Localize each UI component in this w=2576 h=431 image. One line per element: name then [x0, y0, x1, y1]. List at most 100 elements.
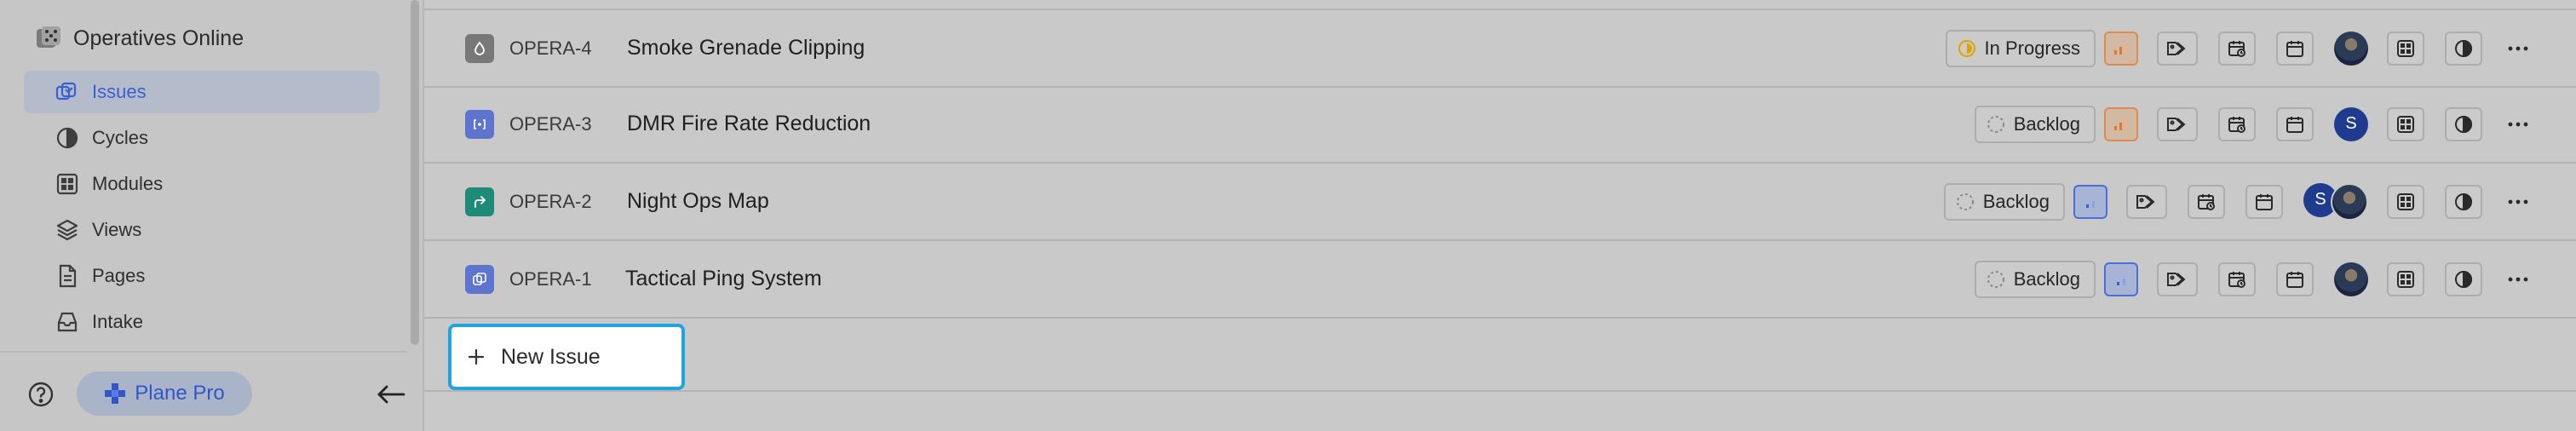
priority-medium-icon[interactable] [2104, 31, 2138, 66]
state-dropdown[interactable]: Backlog [1974, 260, 2096, 298]
issue-id: OPERA-2 [509, 190, 592, 212]
in-progress-icon [1958, 39, 1976, 58]
issue-type-icon [465, 264, 494, 294]
workspace-logo-icon [34, 24, 63, 53]
issue-id: OPERA-3 [509, 112, 592, 135]
sidebar-item-label: Modules [92, 173, 164, 194]
sidebar-item-intake[interactable]: Intake [24, 301, 380, 343]
state-label: Backlog [1982, 190, 2050, 212]
start-date-icon[interactable] [2188, 184, 2225, 219]
state-label: In Progress [1984, 37, 2081, 59]
plane-pro-button[interactable]: Plane Pro [77, 371, 252, 416]
issue-properties: Backlog S [1974, 105, 2533, 143]
issue-properties: Backlog [1974, 260, 2533, 298]
issue-id: OPERA-1 [509, 267, 592, 290]
issue-row[interactable]: OPERA-1 Tactical Ping System Backlog [424, 241, 2576, 319]
labels-icon[interactable] [2157, 31, 2198, 66]
issue-properties: In Progress [1945, 29, 2534, 67]
issue-id: OPERA-4 [509, 37, 592, 59]
module-icon[interactable] [2387, 31, 2424, 66]
module-icon[interactable] [2387, 106, 2424, 141]
state-label: Backlog [2013, 267, 2080, 290]
priority-medium-icon[interactable] [2104, 106, 2138, 141]
plan-label: Plane Pro [135, 382, 225, 405]
plane-logo-icon [104, 382, 126, 405]
views-icon [55, 217, 80, 243]
backlog-icon [1956, 193, 1975, 211]
issue-title[interactable]: DMR Fire Rate Reduction [627, 112, 871, 136]
issue-title[interactable]: Tactical Ping System [625, 267, 822, 291]
start-date-icon[interactable] [2218, 106, 2256, 141]
sidebar-item-pages[interactable]: Pages [24, 255, 380, 297]
sidebar-item-issues[interactable]: Issues [24, 71, 380, 113]
cycle-icon[interactable] [2445, 261, 2482, 296]
labels-icon[interactable] [2157, 106, 2198, 141]
state-label: Backlog [2013, 112, 2080, 135]
more-options-icon[interactable] [2503, 262, 2533, 296]
sidebar-item-modules[interactable]: Modules [24, 163, 380, 205]
sidebar-item-cycles[interactable]: Cycles [24, 117, 380, 159]
workspace-header[interactable]: Operatives Online [34, 21, 244, 55]
assignee-avatar-group[interactable]: S [2303, 182, 2368, 221]
issue-type-icon [465, 33, 494, 63]
assignee-avatar[interactable] [2334, 261, 2368, 296]
new-issue-row: New Issue [424, 319, 2576, 392]
issue-type-icon [465, 109, 494, 139]
priority-low-icon[interactable] [2104, 261, 2138, 296]
pages-icon [55, 263, 80, 289]
cycle-icon[interactable] [2445, 31, 2482, 66]
issue-type-icon [465, 187, 494, 216]
priority-low-icon[interactable] [2073, 184, 2107, 219]
due-date-icon[interactable] [2276, 106, 2314, 141]
cycle-icon[interactable] [2445, 184, 2482, 219]
sidebar-item-label: Intake [92, 311, 143, 332]
modules-icon [55, 171, 80, 197]
help-icon[interactable] [27, 381, 55, 408]
labels-icon[interactable] [2157, 261, 2198, 296]
cycle-icon[interactable] [2445, 106, 2482, 141]
assignee-avatar[interactable]: S [2334, 106, 2368, 141]
start-date-icon[interactable] [2218, 31, 2256, 66]
more-options-icon[interactable] [2503, 185, 2533, 219]
sidebar-item-label: Cycles [92, 127, 149, 148]
module-icon[interactable] [2387, 261, 2424, 296]
due-date-icon[interactable] [2245, 184, 2283, 219]
sidebar-nav: Issues Cycles Modules Views Pages Intake [24, 71, 380, 347]
sidebar-divider [0, 351, 407, 353]
plus-icon [467, 348, 486, 366]
state-dropdown[interactable]: In Progress [1945, 29, 2096, 67]
intake-icon [55, 309, 80, 335]
sidebar-item-label: Issues [92, 81, 147, 102]
assignee-avatar [2331, 182, 2368, 221]
labels-icon[interactable] [2126, 184, 2167, 219]
sidebar: Operatives Online Issues Cycles Modules … [0, 0, 424, 431]
issue-properties: Backlog S [1943, 182, 2533, 221]
backlog-icon [1987, 115, 2005, 134]
issue-row[interactable]: OPERA-2 Night Ops Map Backlog S [424, 164, 2576, 241]
sidebar-scrollbar-thumb[interactable] [411, 0, 419, 345]
sidebar-item-label: Views [92, 219, 142, 240]
more-options-icon[interactable] [2503, 107, 2533, 141]
cycles-icon [55, 125, 80, 151]
start-date-icon[interactable] [2218, 261, 2256, 296]
issue-list: OPERA-4 Smoke Grenade Clipping In Progre… [424, 0, 2576, 431]
due-date-icon[interactable] [2276, 31, 2314, 66]
issue-title[interactable]: Smoke Grenade Clipping [627, 36, 865, 60]
new-issue-label: New Issue [501, 344, 601, 369]
module-icon[interactable] [2387, 184, 2424, 219]
sidebar-item-label: Pages [92, 265, 146, 286]
issue-title[interactable]: Night Ops Map [627, 189, 769, 214]
issues-icon [55, 79, 80, 105]
arrow-left-icon[interactable] [375, 382, 407, 407]
due-date-icon[interactable] [2276, 261, 2314, 296]
new-issue-button[interactable]: New Issue [448, 324, 685, 390]
issue-row[interactable]: OPERA-3 DMR Fire Rate Reduction Backlog … [424, 86, 2576, 164]
workspace-name: Operatives Online [73, 26, 244, 50]
sidebar-item-views[interactable]: Views [24, 209, 380, 251]
more-options-icon[interactable] [2503, 32, 2533, 66]
state-dropdown[interactable]: Backlog [1974, 105, 2096, 143]
assignee-avatar[interactable] [2334, 31, 2368, 66]
backlog-icon [1987, 270, 2005, 289]
state-dropdown[interactable]: Backlog [1943, 182, 2065, 221]
issue-row[interactable]: OPERA-4 Smoke Grenade Clipping In Progre… [424, 9, 2576, 88]
